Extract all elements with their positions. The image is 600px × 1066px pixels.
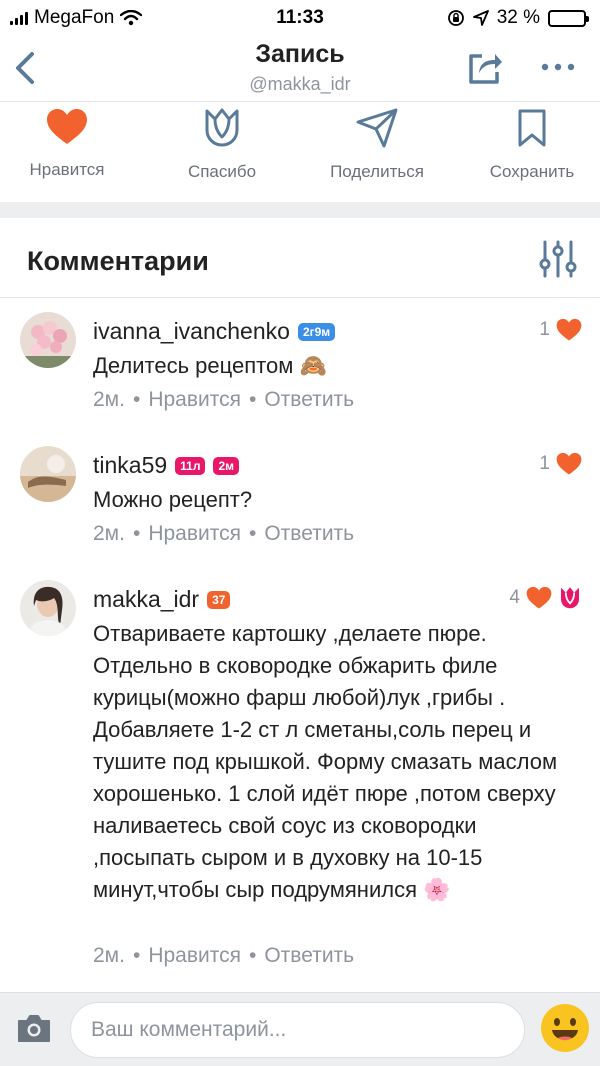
status-badge: 2м	[213, 456, 240, 475]
save-action-button[interactable]: Сохранить	[457, 102, 600, 202]
camera-icon[interactable]	[16, 1013, 52, 1043]
page-subtitle[interactable]: @makka_idr	[0, 74, 600, 95]
status-badge: 2г9м	[297, 322, 336, 341]
comments-title: Комментарии	[27, 246, 209, 276]
comment-reply-link[interactable]: Ответить	[264, 944, 354, 968]
heart-icon[interactable]	[556, 318, 582, 342]
like-action-label: Нравится	[29, 160, 105, 179]
bookmark-icon	[518, 109, 546, 147]
tulip-icon[interactable]	[558, 586, 582, 610]
share-action-button[interactable]: Поделиться	[302, 102, 452, 202]
comment-text: Отвариваете картошку ,делаете пюре. Отде…	[93, 621, 558, 902]
heart-icon[interactable]	[526, 586, 552, 610]
status-bar: MegaFon 11:33 32 %	[0, 0, 600, 36]
heart-icon	[47, 109, 87, 144]
comment-username[interactable]: ivanna_ivanchenko	[93, 318, 290, 345]
save-action-label: Сохранить	[489, 162, 575, 181]
status-badge: 37	[207, 590, 231, 609]
comment-time: 2м.	[93, 522, 125, 545]
battery-icon	[548, 9, 589, 27]
comment-text: Делитесь рецептом 🙈	[93, 353, 327, 378]
section-divider	[0, 202, 600, 218]
avatar[interactable]	[20, 580, 76, 636]
orientation-lock-icon	[447, 10, 464, 26]
comment-like-link[interactable]: Нравится	[148, 388, 241, 412]
tulip-icon	[205, 108, 239, 147]
comment-time: 2м.	[93, 388, 125, 411]
more-icon[interactable]	[540, 62, 576, 72]
avatar[interactable]	[20, 446, 76, 502]
like-count: 1	[539, 453, 550, 474]
like-count: 4	[509, 587, 520, 608]
comment-like-link[interactable]: Нравится	[148, 944, 241, 968]
comment-composer	[0, 992, 600, 1066]
comment-username[interactable]: tinka59	[93, 452, 167, 479]
page-title: Запись	[255, 40, 345, 68]
thanks-action-button[interactable]: Спасибо	[147, 102, 297, 202]
thanks-action-label: Спасибо	[187, 162, 257, 181]
status-badge: 11л	[175, 456, 206, 475]
post-actions: Нравится Спасибо Поделиться Сохранить	[0, 102, 600, 202]
filter-icon[interactable]	[538, 240, 578, 278]
comment-reply-link[interactable]: Ответить	[264, 388, 354, 412]
location-icon	[472, 10, 489, 26]
like-action-button[interactable]: Нравится	[0, 102, 142, 202]
battery-percent: 32 %	[496, 7, 540, 28]
comment-username[interactable]: makka_idr	[93, 586, 199, 613]
comment-like-link[interactable]: Нравится	[148, 522, 241, 546]
like-count: 1	[539, 319, 550, 340]
emoji-icon[interactable]	[540, 1003, 590, 1053]
comment-reply-link[interactable]: Ответить	[264, 522, 354, 546]
nav-header: Запись @makka_idr	[0, 36, 600, 102]
avatar[interactable]	[20, 312, 76, 368]
comments-header: Комментарии	[0, 218, 600, 298]
comment-time: 2м.	[93, 944, 125, 967]
comment-text: Можно рецепт?	[93, 487, 253, 512]
send-icon	[356, 108, 398, 148]
comment-input[interactable]	[70, 1002, 525, 1058]
share-action-label: Поделиться	[330, 162, 424, 181]
share-icon[interactable]	[466, 48, 504, 86]
heart-icon[interactable]	[556, 452, 582, 476]
